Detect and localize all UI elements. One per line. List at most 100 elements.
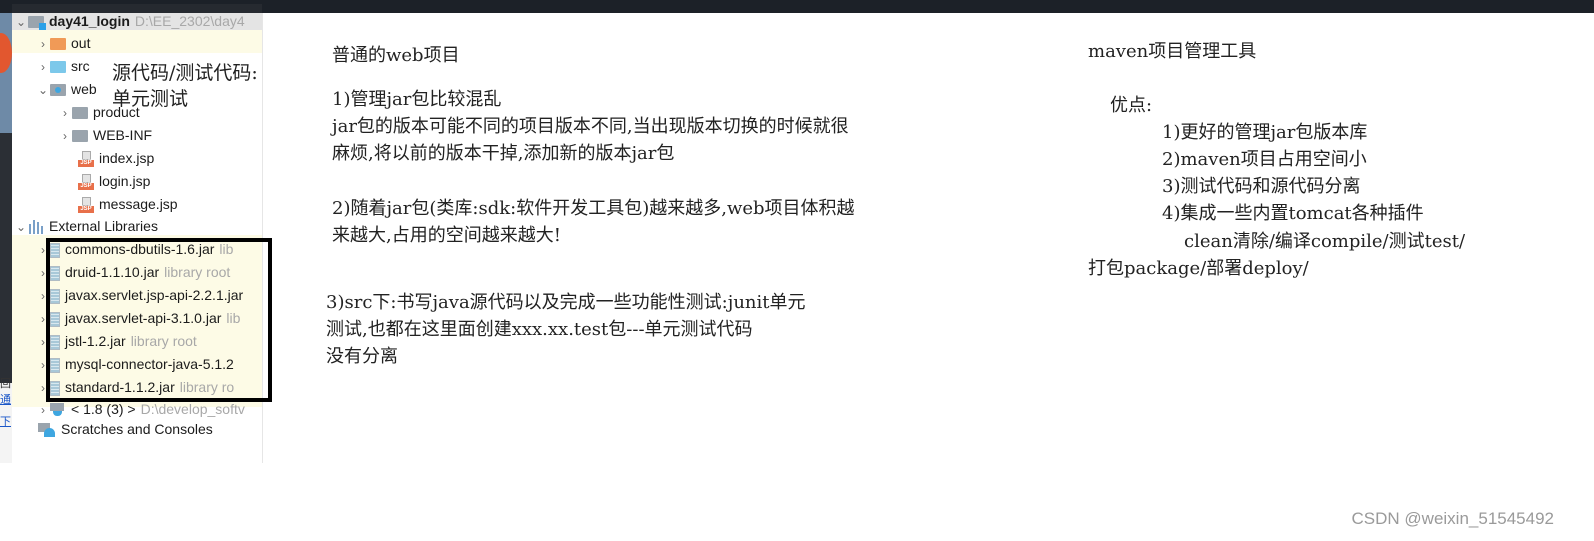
jar-icon <box>50 311 60 327</box>
jar-name: druid-1.1.10.jar <box>65 264 160 280</box>
maven-notes-title: maven项目管理工具 <box>1088 41 1257 62</box>
tree-item-login-jsp[interactable]: JSP login.jsp <box>78 170 150 192</box>
jar-icon <box>50 242 60 258</box>
left-tool-strip: 回 通 下 <box>0 13 12 463</box>
jar-icon <box>50 288 60 304</box>
tree-item-out[interactable]: › out <box>36 32 90 54</box>
chevron-right-icon[interactable]: › <box>36 262 50 284</box>
tree-item-label: web <box>71 81 97 97</box>
watermark: CSDN @weixin_51545492 <box>1351 509 1554 528</box>
jar-icon <box>50 380 60 396</box>
jar-icon <box>50 265 60 281</box>
tree-item-label: Scratches and Consoles <box>61 421 213 437</box>
maven-advantage-item: 4)集成一些内置tomcat各种插件 <box>1162 203 1424 224</box>
maven-plugins-line2: 打包package/部署deploy/ <box>1088 258 1309 279</box>
scratches-icon <box>38 423 56 438</box>
jar-hint: library ro <box>179 379 235 395</box>
jar-icon <box>50 357 60 373</box>
chevron-right-icon[interactable]: › <box>36 239 50 261</box>
left-link-glyph[interactable]: 下 <box>0 413 11 429</box>
tree-item-web-inf[interactable]: › WEB-INF <box>58 124 152 146</box>
tree-item-message-jsp[interactable]: JSP message.jsp <box>78 193 178 215</box>
chevron-down-icon[interactable]: ⌄ <box>14 216 28 238</box>
jar-hint: library root <box>130 333 197 349</box>
left-glyph: 回 <box>0 378 11 390</box>
chevron-right-icon[interactable]: › <box>58 125 72 147</box>
folder-icon <box>72 107 88 120</box>
tree-item-web[interactable]: ⌄ web <box>36 78 97 100</box>
maven-advantages-label: 优点: <box>1110 95 1153 116</box>
maven-advantage-item: 2)maven项目占用空间小 <box>1162 149 1367 170</box>
jsp-file-icon: JSP <box>78 174 94 191</box>
tree-external-libraries[interactable]: ⌄ External Libraries <box>14 215 158 237</box>
chevron-down-icon[interactable]: ⌄ <box>36 79 50 101</box>
web-point2-line1: 2)随着jar包(类库:sdk:软件开发工具包)越来越多,web项目体积越 <box>332 198 855 219</box>
maven-advantage-item: 1)更好的管理jar包版本库 <box>1162 122 1368 143</box>
jar-item[interactable]: › javax.servlet-api-3.1.0.jar lib <box>36 307 240 329</box>
web-point3-line2: 测试,也都在这里面创建xxx.xx.test包---单元测试代码 <box>326 319 753 340</box>
jar-name: standard-1.1.2.jar <box>65 379 175 395</box>
web-point3-line1: 3)src下:书写java源代码以及完成一些功能性测试:junit单元 <box>326 292 806 313</box>
folder-blue-icon <box>50 61 66 74</box>
tree-item-label: index.jsp <box>99 150 155 166</box>
web-point1-line2: 麻烦,将以前的版本干掉,添加新的版本jar包 <box>332 143 675 164</box>
jar-item[interactable]: › mysql-connector-java-5.1.2 <box>36 353 239 375</box>
jar-item[interactable]: › jstl-1.2.jar library root <box>36 330 197 352</box>
chevron-down-icon[interactable]: ⌄ <box>14 11 28 33</box>
folder-icon <box>72 130 88 143</box>
chevron-right-icon[interactable]: › <box>58 102 72 124</box>
sdk-name: < 1.8 (3) > <box>71 401 136 417</box>
tree-annotation-line2: 单元测试 <box>112 88 189 110</box>
tree-scratches[interactable]: Scratches and Consoles <box>38 418 213 440</box>
web-notes-title: 普通的web项目 <box>332 45 460 66</box>
jar-icon <box>50 334 60 350</box>
tree-annotation-line1: 源代码/测试代码: <box>112 62 258 84</box>
web-point2-line2: 来越大,占用的空间越来越大! <box>332 225 561 246</box>
chevron-right-icon[interactable]: › <box>36 331 50 353</box>
jar-item[interactable]: › javax.servlet.jsp-api-2.2.1.jar <box>36 284 248 306</box>
tree-item-src[interactable]: › src <box>36 55 90 77</box>
jsp-file-icon: JSP <box>78 197 94 214</box>
jar-hint: library root <box>164 264 231 280</box>
chevron-right-icon[interactable]: › <box>36 354 50 376</box>
jar-item[interactable]: › commons-dbutils-1.6.jar lib <box>36 238 233 260</box>
web-point1-heading: 1)管理jar包比较混乱 <box>332 89 502 110</box>
jar-hint: lib <box>219 241 234 257</box>
jar-name: javax.servlet.jsp-api-2.2.1.jar <box>65 287 244 303</box>
jar-item[interactable]: › standard-1.1.2.jar library ro <box>36 376 234 398</box>
maven-plugins-line1: clean清除/编译compile/测试test/ <box>1184 231 1466 252</box>
project-name: day41_login <box>49 13 130 29</box>
left-link-glyph[interactable]: 通 <box>0 391 11 407</box>
project-path: D:\EE_2302\day4 <box>134 13 245 29</box>
web-point1-line1: jar包的版本可能不同的项目版本不同,当出现版本切换的时候就很 <box>332 116 849 137</box>
folder-orange-icon <box>50 38 66 51</box>
tree-item-label: out <box>71 35 91 51</box>
sdk-path: D:\develop_softv <box>140 401 245 417</box>
jar-hint: lib <box>226 310 241 326</box>
libraries-icon <box>28 220 44 235</box>
module-folder-icon <box>28 16 46 31</box>
chevron-right-icon[interactable]: › <box>36 33 50 55</box>
jar-item[interactable]: › druid-1.1.10.jar library root <box>36 261 230 283</box>
chevron-right-icon[interactable]: › <box>36 56 50 78</box>
chevron-right-icon[interactable]: › <box>36 308 50 330</box>
jsp-file-icon: JSP <box>78 151 94 168</box>
jar-name: jstl-1.2.jar <box>65 333 126 349</box>
tree-item-label: WEB-INF <box>93 127 153 143</box>
maven-advantage-item: 3)测试代码和源代码分离 <box>1162 176 1361 197</box>
jar-name: commons-dbutils-1.6.jar <box>65 241 215 257</box>
jar-name: mysql-connector-java-5.1.2 <box>65 356 234 372</box>
tree-root[interactable]: ⌄ day41_login D:\EE_2302\day4 <box>14 10 245 32</box>
jar-name: javax.servlet-api-3.1.0.jar <box>65 310 222 326</box>
chevron-right-icon[interactable]: › <box>36 285 50 307</box>
tree-item-label: External Libraries <box>49 218 158 234</box>
tree-item-label: message.jsp <box>99 196 178 212</box>
web-point3-line3: 没有分离 <box>326 346 398 367</box>
web-folder-icon <box>50 84 66 97</box>
tree-item-label: login.jsp <box>99 173 151 189</box>
tree-item-label: src <box>71 58 90 74</box>
chevron-right-icon[interactable]: › <box>36 377 50 399</box>
tree-sdk-item[interactable]: › < 1.8 (3) > D:\develop_softv <box>36 398 245 420</box>
jdk-icon <box>50 403 66 417</box>
tree-item-index-jsp[interactable]: JSP index.jsp <box>78 147 154 169</box>
